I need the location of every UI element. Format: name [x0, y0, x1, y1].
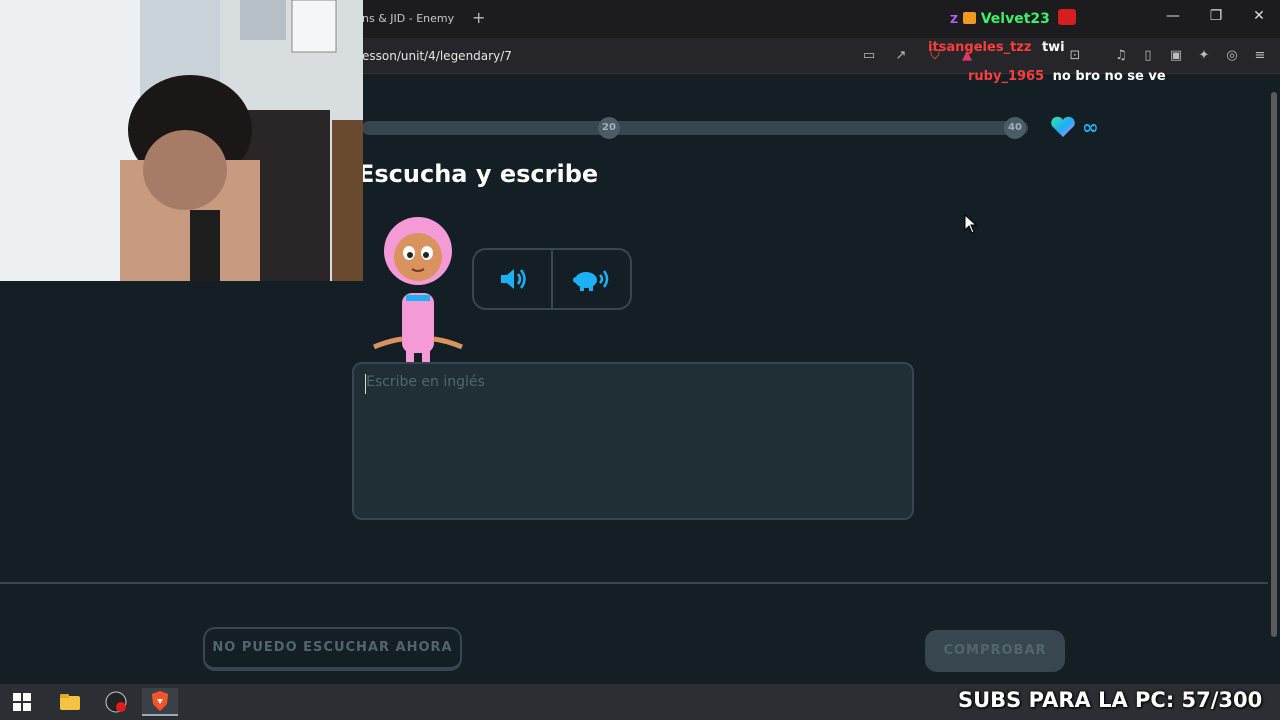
music-icon[interactable]: ♫: [1112, 48, 1130, 64]
wallet-icon[interactable]: ▣: [1167, 48, 1185, 64]
obs-button[interactable]: [98, 688, 134, 716]
play-audio-button[interactable]: [474, 250, 553, 308]
start-button[interactable]: [4, 688, 40, 716]
folder-icon: [60, 694, 80, 710]
twitch-badge-icon: Z: [950, 13, 958, 26]
chat-top-user: Z Velvet23: [950, 9, 1076, 27]
hearts-count: ∞: [1082, 115, 1099, 139]
menu-icon[interactable]: ≡: [1251, 48, 1269, 64]
new-tab-button[interactable]: +: [472, 8, 485, 27]
chat-message: itsangeles_tzz twi: [928, 40, 1065, 55]
close-button[interactable]: ✕: [1239, 8, 1279, 24]
chat-text: no bro no se ve: [1052, 69, 1166, 84]
character-illustration: [373, 217, 463, 363]
chat-message: ruby_1965 no bro no se ve: [968, 69, 1166, 84]
mouse-cursor-icon: [964, 214, 978, 234]
crown-icon: [962, 12, 976, 24]
webcam-overlay: [0, 0, 363, 281]
cant-listen-button[interactable]: NO PUEDO ESCUCHAR AHORA: [203, 627, 462, 671]
text-caret: [365, 374, 366, 394]
cast-icon[interactable]: ▭: [860, 48, 878, 64]
progress-milestone: 40: [1004, 117, 1026, 139]
file-explorer-button[interactable]: [52, 688, 88, 716]
heart-icon: [1051, 116, 1075, 137]
brave-browser-button[interactable]: [142, 688, 178, 716]
chat-username: ruby_1965: [968, 69, 1045, 84]
chat-username: itsangeles_tzz: [928, 40, 1032, 55]
restore-button[interactable]: ❐: [1196, 8, 1236, 24]
brave-lion-icon: [152, 691, 168, 711]
windows-icon: [13, 693, 31, 711]
answer-input[interactable]: [352, 362, 914, 520]
progress-milestone: 20: [598, 117, 620, 139]
url-field[interactable]: esson/unit/4/legendary/7: [362, 49, 512, 63]
leo-ai-icon[interactable]: ✦: [1195, 48, 1213, 64]
turtle-icon: [572, 270, 608, 291]
browser-tab[interactable]: ns & JID - Enemy: [362, 8, 454, 32]
sidebar-icon[interactable]: ▯: [1139, 48, 1157, 64]
check-button[interactable]: COMPROBAR: [925, 630, 1065, 672]
chat-text: twi: [1041, 40, 1065, 55]
scrollbar-thumb[interactable]: [1271, 92, 1277, 637]
lesson-progress-bar: [362, 121, 1028, 135]
emote-icon: [1057, 9, 1076, 25]
share-icon[interactable]: ↗: [892, 48, 910, 64]
exercise-title: Escucha y escribe: [358, 160, 599, 188]
screenshot-icon[interactable]: ⊡: [1066, 48, 1084, 64]
vpn-icon[interactable]: ◎: [1223, 48, 1241, 64]
footer-divider: [0, 582, 1268, 584]
audio-button-group: [472, 248, 632, 310]
obs-icon: [105, 691, 127, 713]
speaker-icon: [500, 269, 526, 289]
chat-username: Velvet23: [980, 11, 1050, 27]
subs-goal-overlay: SUBS PARA LA PC: 57/300: [958, 688, 1263, 712]
minimize-button[interactable]: —: [1153, 8, 1193, 24]
play-slow-audio-button[interactable]: [553, 250, 630, 308]
